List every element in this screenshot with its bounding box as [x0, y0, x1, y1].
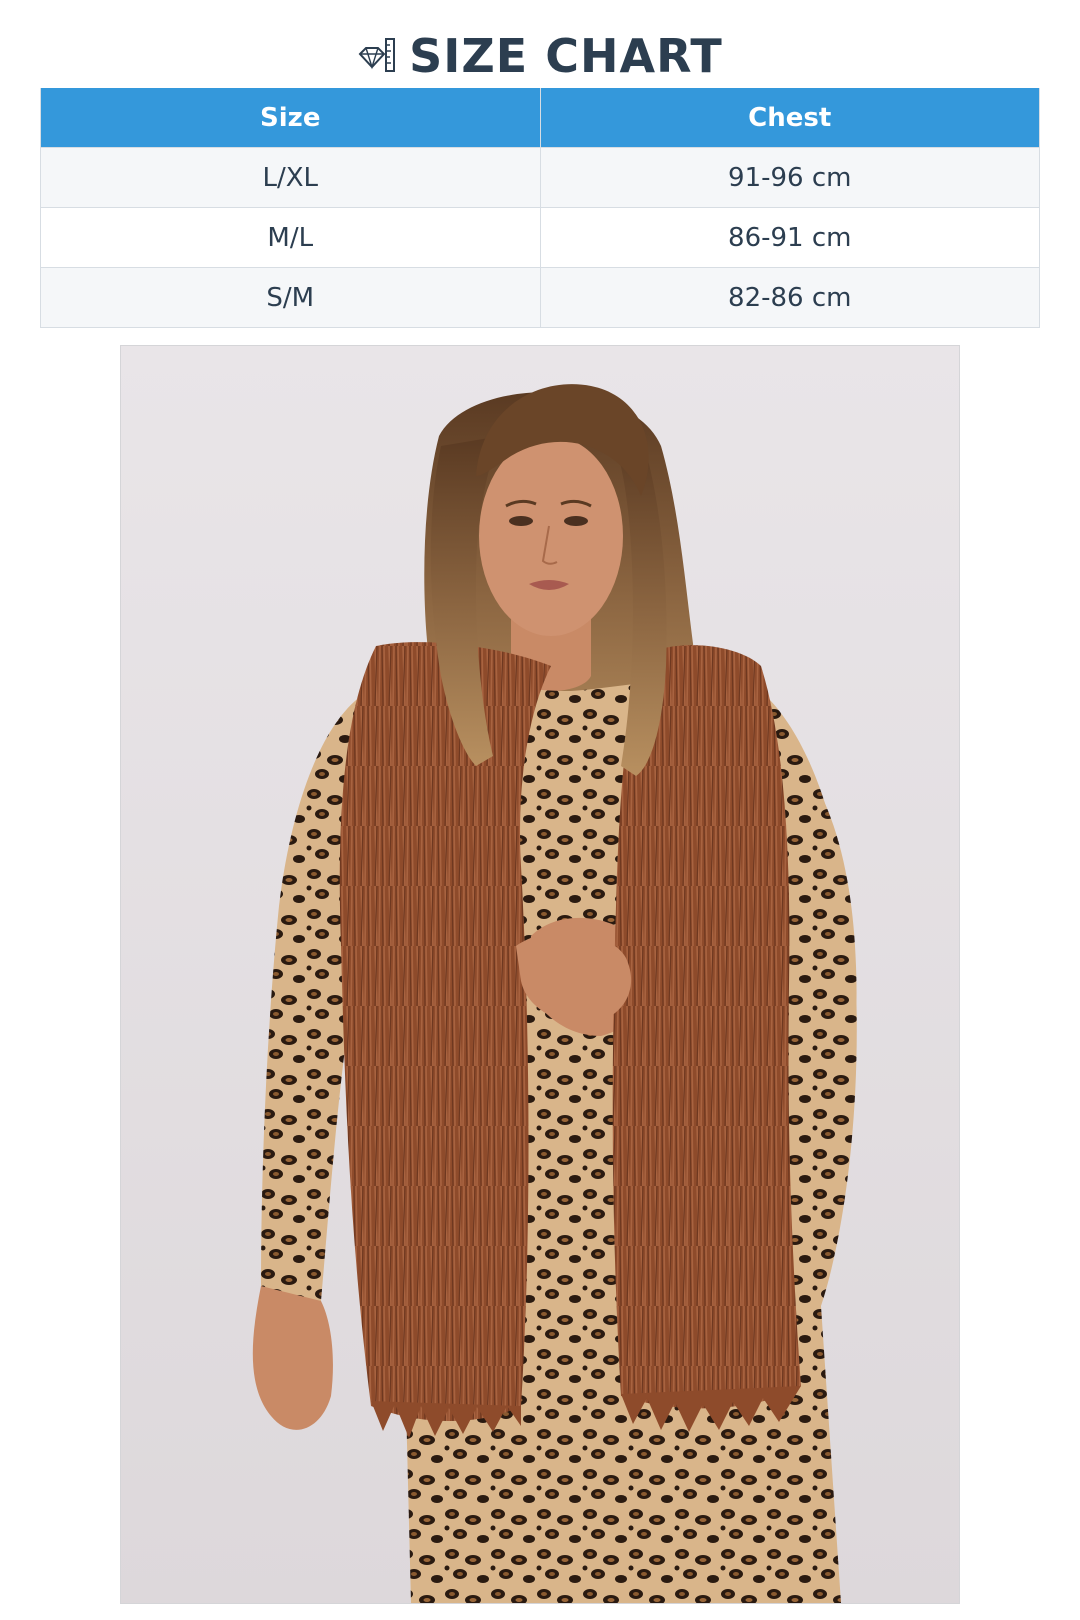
ruler-diamond-icon	[357, 36, 397, 76]
table-row: L/XL 91-96 cm	[40, 147, 1040, 208]
size-cell: M/L	[40, 207, 541, 268]
column-header-size: Size	[40, 88, 541, 148]
table-row: S/M 82-86 cm	[40, 267, 1040, 328]
model-illustration	[121, 346, 959, 1603]
chest-cell: 86-91 cm	[539, 207, 1040, 268]
page-title: SIZE CHART	[409, 29, 723, 83]
size-cell: L/XL	[40, 147, 541, 208]
product-photo	[120, 345, 960, 1604]
chest-cell: 82-86 cm	[539, 267, 1040, 328]
size-chart-table: Size Chest L/XL 91-96 cm M/L 86-91 cm S/…	[40, 88, 1040, 328]
table-header-row: Size Chest	[40, 88, 1040, 148]
size-cell: S/M	[40, 267, 541, 328]
column-header-chest: Chest	[539, 88, 1040, 148]
table-row: M/L 86-91 cm	[40, 207, 1040, 268]
chest-cell: 91-96 cm	[539, 147, 1040, 208]
size-chart-header: SIZE CHART	[0, 24, 1080, 88]
